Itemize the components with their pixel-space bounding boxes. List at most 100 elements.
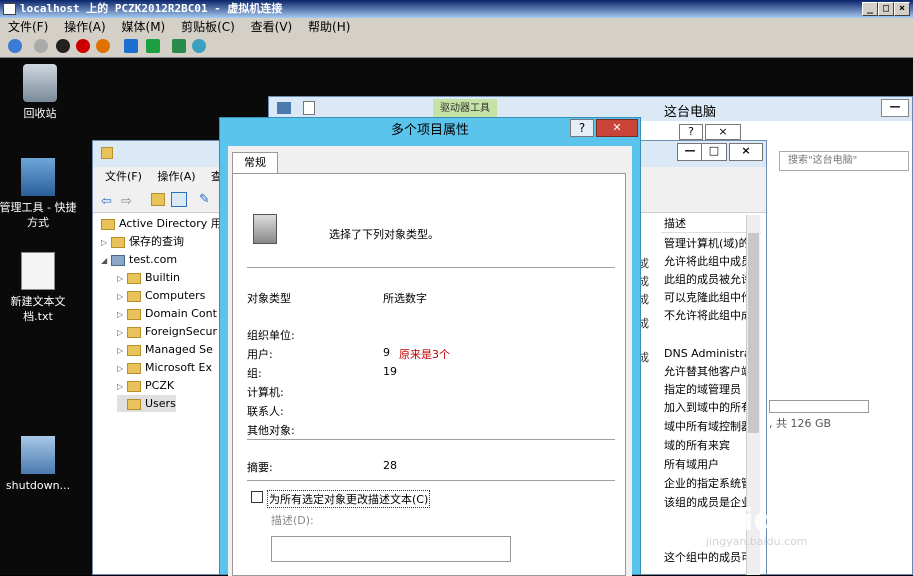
tree-item-label: 保存的查询 bbox=[129, 235, 184, 248]
tree-item-selected[interactable]: Users bbox=[117, 395, 176, 412]
list-item[interactable]: 管理计算机(域)的 bbox=[664, 235, 750, 253]
list-item[interactable]: 允许将此组中成员 bbox=[664, 253, 752, 271]
menu-help[interactable]: 帮助(H) bbox=[308, 20, 350, 34]
tree-item-label: ForeignSecur bbox=[145, 325, 218, 338]
list-item[interactable]: 所有域用户 bbox=[664, 456, 719, 474]
checkpoint-icon[interactable] bbox=[172, 39, 186, 53]
tree-item-label: PCZK bbox=[145, 379, 175, 392]
expand-icon[interactable]: ▷ bbox=[101, 234, 111, 251]
expand-icon[interactable]: ▷ bbox=[117, 324, 127, 341]
start-icon[interactable] bbox=[34, 39, 48, 53]
maximize-button[interactable]: □ bbox=[878, 2, 894, 16]
list-item[interactable]: 域中所有域控制器 bbox=[664, 418, 752, 436]
up-folder-icon[interactable] bbox=[151, 193, 165, 206]
minimize-button[interactable]: _ bbox=[862, 2, 878, 16]
tree-item[interactable]: ▷ Managed Se bbox=[117, 341, 213, 359]
tree-item[interactable]: ▷ Domain Cont bbox=[117, 305, 217, 323]
desktop-icon-shutdown[interactable]: shutdown... bbox=[0, 436, 78, 493]
tab-general[interactable]: 常规 bbox=[232, 152, 278, 174]
ad-menu-file[interactable]: 文件(F) bbox=[105, 170, 142, 183]
desktop-icon-label: 回收站 bbox=[23, 107, 57, 120]
vm-menubar: 文件(F) 操作(A) 媒体(M) 剪贴板(C) 查看(V) 帮助(H) bbox=[0, 18, 913, 36]
tree-item-label: Microsoft Ex bbox=[145, 361, 213, 374]
list-item[interactable]: DNS Administrat bbox=[664, 345, 755, 363]
help-button[interactable]: ? bbox=[570, 119, 594, 137]
play-icon[interactable] bbox=[146, 39, 160, 53]
minimize-button[interactable]: — bbox=[881, 99, 909, 117]
change-description-label[interactable]: 为所有选定对象更改描述文本(C) bbox=[267, 490, 431, 508]
menu-action[interactable]: 操作(A) bbox=[64, 20, 106, 34]
desktop-icon-admin-tools[interactable]: 管理工具 - 快捷方式 bbox=[0, 158, 78, 230]
turn-off-icon[interactable] bbox=[56, 39, 70, 53]
save-icon[interactable] bbox=[96, 39, 110, 53]
dialog-body: 常规 选择了下列对象类型。 对象类型 所选数字 组织单位: 用户: 9 原来是3… bbox=[228, 146, 632, 576]
search-input[interactable]: 搜索"这台电脑" bbox=[779, 151, 909, 171]
ad-app-icon bbox=[101, 147, 113, 159]
close-button[interactable]: ✕ bbox=[596, 119, 638, 137]
tree-item[interactable]: ▷ Microsoft Ex bbox=[117, 359, 212, 377]
tree-item-label: Active Directory 用户 bbox=[119, 217, 229, 230]
description-field[interactable] bbox=[271, 536, 511, 562]
tree-item[interactable]: Active Directory 用户 bbox=[101, 215, 229, 232]
close-button[interactable]: × bbox=[729, 143, 763, 161]
expand-icon[interactable]: ▷ bbox=[117, 342, 127, 359]
shutdown-icon[interactable] bbox=[76, 39, 90, 53]
forward-arrow-icon[interactable]: ⇨ bbox=[121, 194, 132, 209]
desktop-icon-label: 新建文本文档.txt bbox=[10, 295, 66, 323]
menu-view[interactable]: 查看(V) bbox=[251, 20, 293, 34]
tree-item[interactable]: ▷ 保存的查询 bbox=[101, 233, 184, 251]
folder-icon bbox=[101, 218, 115, 230]
properties-icon[interactable] bbox=[303, 101, 315, 115]
tree-item[interactable]: ▷ ForeignSecur bbox=[117, 323, 217, 341]
collapse-icon[interactable]: ◢ bbox=[101, 252, 111, 269]
tree-item[interactable]: ▷ PCZK bbox=[117, 377, 174, 395]
menu-clipboard[interactable]: 剪贴板(C) bbox=[181, 20, 235, 34]
list-item[interactable]: 这个组中的成员可 bbox=[664, 549, 752, 567]
close-button[interactable]: × bbox=[705, 124, 741, 140]
expand-icon[interactable]: ▷ bbox=[117, 288, 127, 305]
menu-file[interactable]: 文件(F) bbox=[8, 20, 48, 34]
help-button[interactable]: ? bbox=[679, 124, 703, 140]
scrollbar-thumb[interactable] bbox=[748, 233, 759, 433]
maximize-button[interactable]: □ bbox=[701, 143, 727, 161]
folder-icon bbox=[127, 308, 141, 320]
list-item[interactable]: 指定的域管理员 bbox=[664, 381, 741, 399]
change-description-checkbox[interactable] bbox=[251, 491, 263, 503]
recycle-bin-icon bbox=[23, 64, 57, 102]
list-item[interactable]: 不允许将此组中成 bbox=[664, 307, 752, 325]
folder-icon bbox=[111, 236, 125, 248]
row-label-groups: 组: bbox=[247, 367, 262, 380]
ctrl-alt-del-icon[interactable] bbox=[8, 39, 22, 53]
list-item[interactable]: 可以克隆此组中作 bbox=[664, 289, 752, 307]
list-item[interactable]: 加入到域中的所有 bbox=[664, 399, 752, 417]
drive-tools-tab[interactable]: 驱动器工具 bbox=[433, 99, 497, 119]
list-item[interactable]: 企业的指定系统管 bbox=[664, 475, 752, 493]
menu-media[interactable]: 媒体(M) bbox=[122, 20, 166, 34]
desktop-icon-text-file[interactable]: 新建文本文档.txt bbox=[0, 252, 78, 324]
expand-icon[interactable]: ▷ bbox=[117, 270, 127, 287]
tree-item[interactable]: ◢ test.com bbox=[101, 251, 177, 269]
desktop-icon-recycle-bin[interactable]: 回收站 bbox=[0, 64, 80, 121]
drive-usage-bar bbox=[769, 400, 869, 413]
tree-item[interactable]: ▷ Builtin bbox=[117, 269, 180, 287]
list-item[interactable]: 允许替其他客户端 bbox=[664, 363, 752, 381]
ad-menu-action[interactable]: 操作(A) bbox=[157, 170, 195, 183]
row-label-computers: 计算机: bbox=[247, 386, 284, 399]
back-arrow-icon[interactable]: ⇦ bbox=[101, 194, 112, 209]
revert-icon[interactable] bbox=[192, 39, 206, 53]
minimize-button[interactable]: — bbox=[677, 143, 703, 161]
pause-icon[interactable] bbox=[124, 39, 138, 53]
desktop-icon-label: shutdown... bbox=[5, 479, 71, 492]
tree-item[interactable]: ▷ Computers bbox=[117, 287, 205, 305]
tree-item-label: Users bbox=[145, 397, 176, 410]
list-item[interactable]: 域的所有来宾 bbox=[664, 437, 730, 455]
folder-icon bbox=[127, 398, 141, 410]
list-item[interactable]: 此组的成员被允许 bbox=[664, 271, 752, 289]
expand-icon[interactable]: ▷ bbox=[117, 378, 127, 395]
expand-icon[interactable]: ▷ bbox=[117, 306, 127, 323]
show-tree-icon[interactable] bbox=[171, 192, 187, 207]
tool-icon[interactable]: ✎ bbox=[199, 192, 210, 207]
column-label-object-type: 对象类型 bbox=[247, 292, 291, 305]
close-button[interactable]: × bbox=[894, 2, 910, 16]
expand-icon[interactable]: ▷ bbox=[117, 360, 127, 377]
